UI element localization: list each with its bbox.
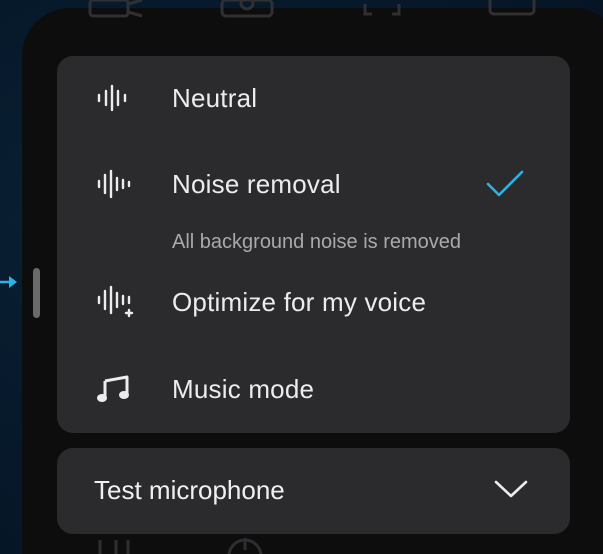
- person-icon: [220, 0, 274, 18]
- arrow-pointer-icon: [0, 276, 17, 288]
- audio-waveform-icon: [95, 169, 135, 199]
- menu-item-label: Noise removal: [172, 168, 341, 199]
- drag-handle[interactable]: [33, 268, 40, 318]
- frame-icon: [363, 4, 401, 16]
- video-icon: [88, 0, 143, 18]
- checkmark-icon: [486, 170, 524, 197]
- music-note-icon: [95, 374, 135, 404]
- menu-item-label: Music mode: [172, 373, 315, 404]
- test-microphone-button[interactable]: Test microphone: [57, 448, 570, 534]
- audio-waveform-icon: [95, 83, 135, 113]
- share-icon: [488, 0, 536, 16]
- menu-item-label: Optimize for my voice: [172, 286, 427, 317]
- menu-item-music-mode[interactable]: Music mode: [57, 359, 570, 419]
- test-microphone-label: Test microphone: [94, 475, 285, 505]
- audio-waveform-plus-icon: [95, 285, 135, 318]
- menu-item-noise-removal[interactable]: Noise removal: [57, 154, 570, 214]
- screen: Neutral Noise removal All background noi…: [0, 0, 603, 554]
- noise-removal-description: All background noise is removed: [172, 231, 462, 253]
- menu-item-neutral[interactable]: Neutral: [57, 68, 570, 128]
- menu-item-optimize-voice[interactable]: Optimize for my voice: [57, 272, 570, 332]
- power-icon: [227, 538, 263, 554]
- settings-sliders-icon: [98, 540, 130, 554]
- audio-mode-menu: Neutral Noise removal All background noi…: [57, 56, 570, 433]
- chevron-down-icon: [494, 480, 528, 498]
- menu-item-label: Neutral: [172, 82, 258, 113]
